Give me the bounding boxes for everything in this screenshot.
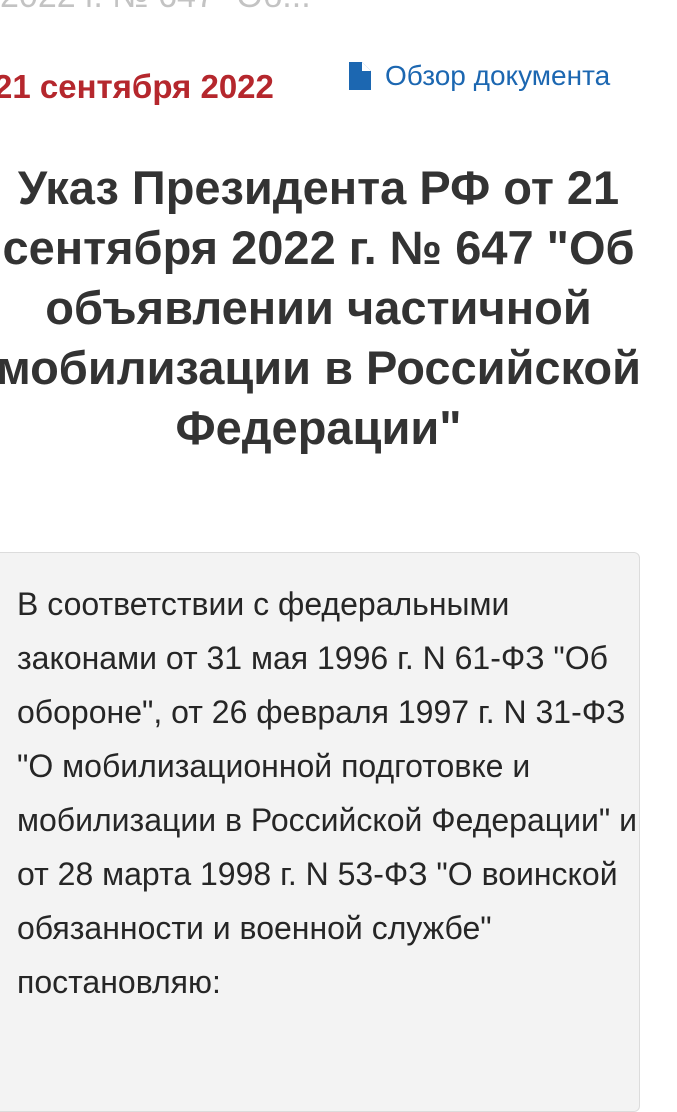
document-meta-row: 21 сентября 2022 Обзор документа: [0, 58, 677, 114]
document-icon: [349, 62, 371, 90]
preamble-box: В соответствии с федеральными законами о…: [0, 552, 640, 1112]
preamble-text: В соответствии с федеральными законами о…: [17, 586, 637, 1000]
document-date: 21 сентября 2022: [0, 68, 274, 105]
document-overview-link[interactable]: Обзор документа: [349, 58, 610, 94]
document-overview-label: Обзор документа: [385, 60, 611, 91]
breadcrumb: 2022 г. № 647 "Об...: [0, 0, 311, 16]
page-title: Указ Президента РФ от 21 сентября 2022 г…: [0, 161, 642, 454]
